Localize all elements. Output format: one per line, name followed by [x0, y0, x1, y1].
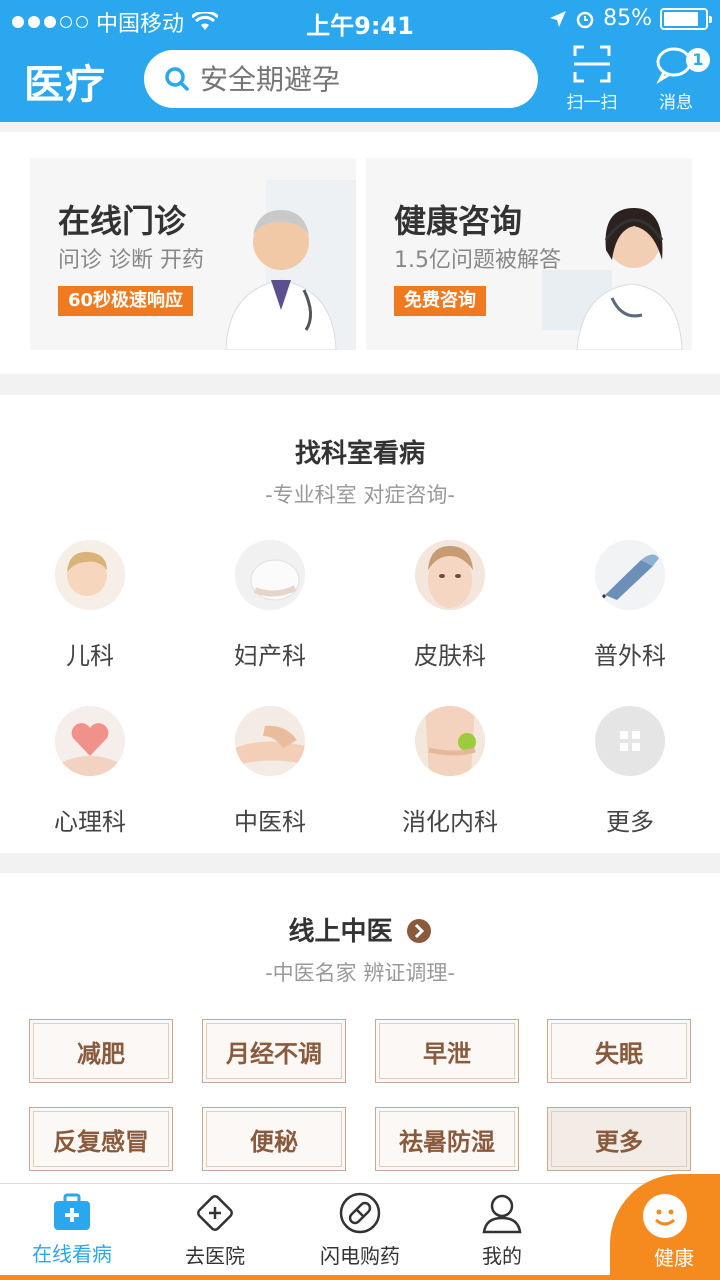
location-icon: [550, 10, 567, 27]
tab-quick-pharmacy[interactable]: 闪电购药: [300, 1192, 420, 1269]
tcm-title-row[interactable]: 线上中医: [0, 911, 720, 948]
dept-label: 皮肤科: [414, 642, 486, 670]
dept-pediatrics[interactable]: 儿科: [0, 540, 180, 671]
scan-icon: [573, 45, 611, 83]
tab-online-consult[interactable]: 在线看病: [12, 1192, 132, 1267]
battery-percent: 85%: [603, 6, 652, 31]
tab-label: 我的: [482, 1244, 522, 1268]
tcm-more[interactable]: 更多: [547, 1107, 691, 1171]
doctor-portrait: [225, 180, 356, 350]
chevron-right-icon: [406, 919, 431, 943]
card-title: 健康咨询: [394, 202, 523, 240]
surgery-icon: [595, 540, 665, 610]
dept-label: 消化内科: [402, 808, 498, 836]
card-tag: 免费咨询: [394, 286, 486, 316]
heart-icon: [55, 706, 125, 776]
promo-section: 在线门诊 问诊 诊断 开药 60秒极速响应 健康咨询 1.5亿问题被解答 免费咨…: [0, 132, 720, 374]
skin-icon: [415, 540, 485, 610]
bottom-accent-bar: [0, 1275, 720, 1280]
battery-icon: [660, 7, 712, 30]
message-button[interactable]: 1 消息: [644, 44, 710, 114]
card-title: 在线门诊: [58, 202, 187, 240]
scan-label: 扫一扫: [566, 93, 618, 113]
dept-more[interactable]: 更多: [540, 706, 720, 837]
card-tag: 60秒极速响应: [58, 286, 194, 316]
medkit-icon: [54, 1193, 90, 1230]
dept-label: 妇产科: [234, 642, 306, 670]
tcm-constipation[interactable]: 便秘: [202, 1107, 346, 1171]
tcm-heat-dampness[interactable]: 祛暑防湿: [375, 1107, 519, 1171]
tab-label: 闪电购药: [320, 1244, 400, 1268]
dept-tcm[interactable]: 中医科: [180, 706, 360, 837]
card-subtitle: 1.5亿问题被解答: [394, 248, 561, 273]
app-logo[interactable]: 医疗: [24, 52, 106, 110]
pulse-icon: [235, 706, 305, 776]
message-badge: 1: [686, 48, 710, 72]
search-icon: [165, 67, 189, 91]
stomach-icon: [415, 706, 485, 776]
card-subtitle: 问诊 诊断 开药: [58, 248, 204, 273]
tcm-premature-ejaculation[interactable]: 早泄: [375, 1019, 519, 1083]
tab-label: 健康: [654, 1246, 694, 1270]
dept-label: 心理科: [54, 808, 126, 836]
tab-bar: 在线看病 去医院 闪电购药 我的 健康: [0, 1174, 720, 1280]
hospital-icon: [197, 1195, 233, 1231]
health-consult-card[interactable]: 健康咨询 1.5亿问题被解答 免费咨询: [366, 158, 692, 350]
dept-dermatology[interactable]: 皮肤科: [360, 540, 540, 671]
tcm-weight-loss[interactable]: 减肥: [29, 1019, 173, 1083]
scan-button[interactable]: 扫一扫: [560, 44, 624, 114]
search-bar[interactable]: [144, 50, 538, 108]
grid-icon: [595, 706, 665, 776]
tcm-recurrent-cold[interactable]: 反复感冒: [29, 1107, 173, 1171]
dept-label: 普外科: [594, 642, 666, 670]
search-input[interactable]: [200, 62, 520, 96]
nurse-portrait: [542, 208, 683, 350]
tcm-section: 线上中医 -中医名家 辨证调理- 减肥 月经不调 早泄 失眠 反复感冒 便秘 祛…: [0, 873, 720, 1183]
tab-mine[interactable]: 我的: [442, 1192, 562, 1269]
tab-label: 去医院: [185, 1244, 245, 1268]
status-bar: 中国移动 上午9:41 85%: [0, 0, 720, 40]
section-title: 线上中医: [288, 917, 393, 947]
dept-obstetrics[interactable]: 妇产科: [180, 540, 360, 671]
department-section: 找科室看病 -专业科室 对症咨询- 儿科 妇产科 皮肤科 普外科 心理科 中医科…: [0, 395, 720, 853]
alarm-icon: [576, 11, 594, 28]
tab-hospital[interactable]: 去医院: [155, 1192, 275, 1269]
battery-fill: [664, 11, 698, 26]
tab-label: 在线看病: [32, 1242, 112, 1266]
tcm-insomnia[interactable]: 失眠: [547, 1019, 691, 1083]
user-icon: [482, 1194, 522, 1234]
message-label: 消息: [659, 93, 693, 113]
top-header: 中国移动 上午9:41 85% 医疗 扫一扫: [0, 0, 720, 122]
section-subtitle: -中医名家 辨证调理-: [265, 961, 455, 985]
dept-general-surgery[interactable]: 普外科: [540, 540, 720, 671]
pregnancy-icon: [235, 540, 305, 610]
dept-label: 更多: [606, 808, 654, 836]
dept-psychology[interactable]: 心理科: [0, 706, 180, 837]
dept-label: 儿科: [66, 642, 114, 670]
child-icon: [55, 540, 125, 610]
tab-health[interactable]: 健康: [610, 1174, 720, 1280]
tcm-irregular-menstruation[interactable]: 月经不调: [202, 1019, 346, 1083]
dept-label: 中医科: [234, 808, 306, 836]
status-right: 85%: [549, 6, 712, 31]
section-subtitle: -专业科室 对症咨询-: [265, 483, 455, 507]
online-clinic-card[interactable]: 在线门诊 问诊 诊断 开药 60秒极速响应: [30, 158, 356, 350]
section-title: 找科室看病: [294, 439, 425, 469]
smile-icon: [643, 1194, 687, 1238]
dept-gastroenterology[interactable]: 消化内科: [360, 706, 540, 837]
pill-icon: [339, 1192, 381, 1234]
